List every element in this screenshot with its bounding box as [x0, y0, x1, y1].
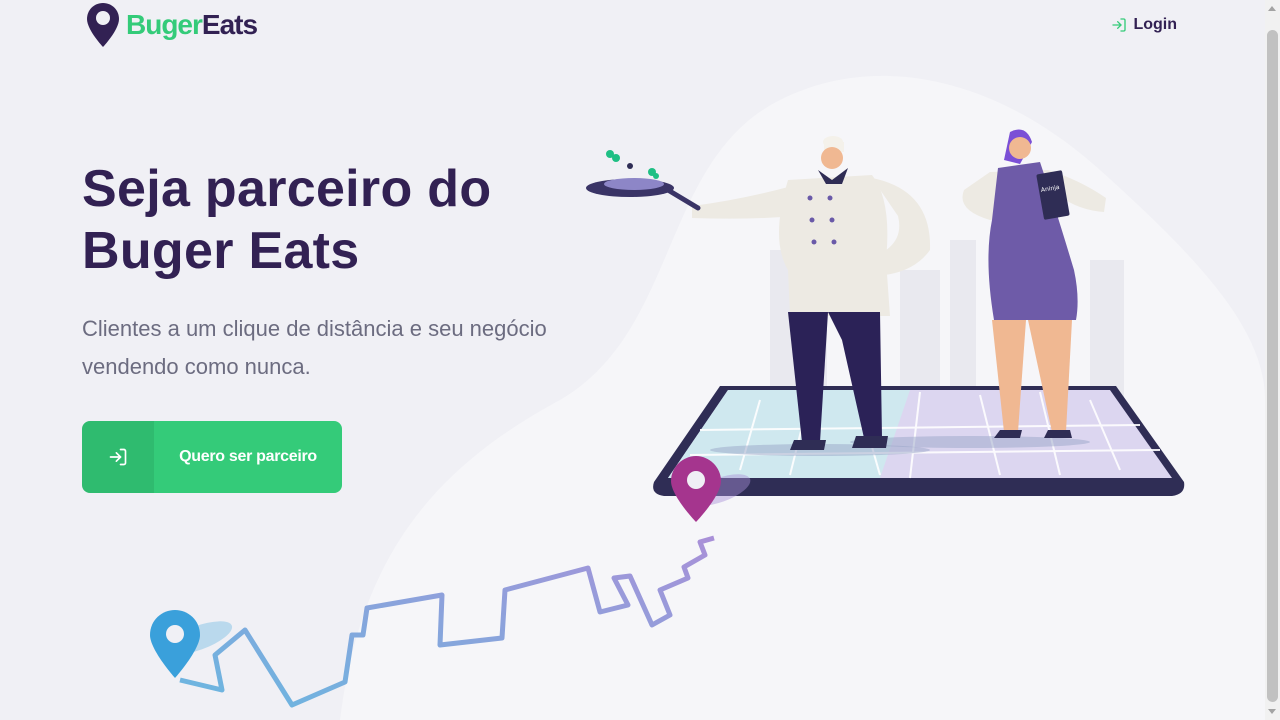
become-partner-button[interactable]: Quero ser parceiro [82, 421, 342, 493]
map-pin-logo-icon [87, 3, 119, 47]
log-in-icon [109, 448, 127, 466]
cta-icon-box [82, 421, 154, 493]
logo-text-part2: Eats [201, 9, 258, 40]
login-label: Login [1133, 16, 1177, 33]
hero-subtitle: Clientes a um clique de distância e seu … [82, 316, 547, 379]
scroll-down-arrow-icon[interactable] [1268, 709, 1276, 714]
logo-text: BugerEats [126, 9, 258, 41]
become-partner-label: Quero ser parceiro [179, 448, 317, 465]
hero-section: Seja parceiro do Buger Eats Clientes a u… [82, 158, 642, 493]
vertical-scrollbar[interactable] [1265, 0, 1280, 720]
scroll-up-arrow-icon[interactable] [1268, 6, 1276, 11]
log-in-icon [1112, 18, 1127, 32]
scrollbar-thumb[interactable] [1267, 30, 1278, 702]
map-pin-blue-icon [150, 610, 233, 678]
hero-title: Seja parceiro do Buger Eats [82, 160, 492, 280]
map-pin-purple-icon [671, 456, 751, 522]
site-header: BugerEats Login [0, 0, 1265, 52]
logo[interactable]: BugerEats [86, 2, 258, 48]
login-link[interactable]: Login [1111, 16, 1177, 34]
logo-text-part1: Buger [126, 9, 203, 40]
